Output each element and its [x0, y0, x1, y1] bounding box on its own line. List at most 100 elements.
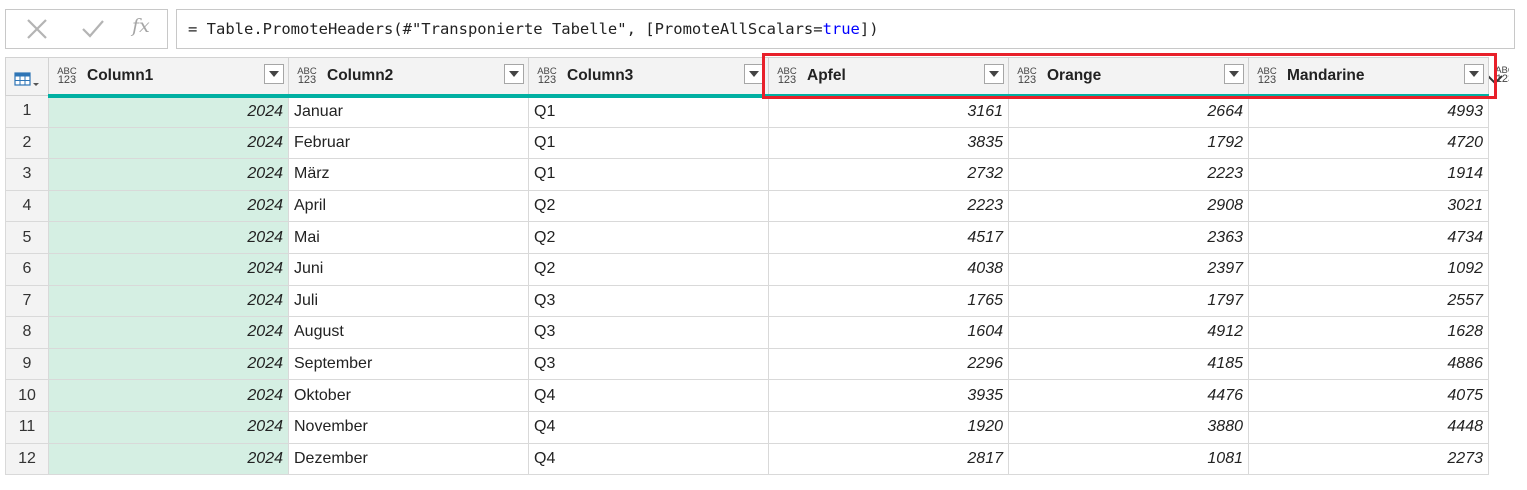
column-header-1[interactable]: ABC 123 Column1 [48, 57, 289, 98]
table-cell-apfel[interactable]: 3835 [768, 126, 1009, 160]
table-cell-column1[interactable]: 2024 [48, 252, 289, 286]
table-cell-mandarine[interactable]: 2273 [1248, 442, 1489, 476]
table-cell-column2[interactable]: Juli [288, 284, 529, 318]
table-cell-orange[interactable]: 1792 [1008, 126, 1249, 160]
type-any-icon[interactable]: ABC 123 [1255, 67, 1279, 86]
table-cell-mandarine[interactable]: 4448 [1248, 410, 1489, 444]
table-cell-apfel[interactable]: 1920 [768, 410, 1009, 444]
table-cell-mandarine[interactable]: 4734 [1248, 221, 1489, 254]
table-cell-column1[interactable]: 2024 [48, 379, 289, 412]
table-cell-orange[interactable]: 2664 [1008, 95, 1249, 128]
table-cell-column1[interactable]: 2024 [48, 126, 289, 160]
type-any-icon[interactable]: ABC 123 [775, 67, 799, 86]
table-cell-orange[interactable]: 1081 [1008, 442, 1249, 476]
table-cell-apfel[interactable]: 2296 [768, 347, 1009, 381]
column-header-4[interactable]: ABC 123 Apfel [768, 57, 1009, 98]
table-menu-button[interactable] [5, 57, 49, 96]
table-cell-column2[interactable]: Juni [288, 252, 529, 286]
table-cell-column3[interactable]: Q2 [528, 252, 769, 286]
table-cell-column1[interactable]: 2024 [48, 221, 289, 254]
table-cell-column2[interactable]: Februar [288, 126, 529, 160]
table-cell-apfel[interactable]: 2223 [768, 189, 1009, 223]
column-header-2[interactable]: ABC 123 Column2 [288, 57, 529, 98]
row-number[interactable]: 4 [5, 189, 49, 223]
table-cell-column1[interactable]: 2024 [48, 95, 289, 128]
table-cell-apfel[interactable]: 1765 [768, 284, 1009, 318]
table-cell-column1[interactable]: 2024 [48, 189, 289, 223]
table-cell-column2[interactable]: Oktober [288, 379, 529, 412]
table-cell-mandarine[interactable]: 2557 [1248, 284, 1489, 318]
table-cell-mandarine[interactable]: 4993 [1248, 95, 1489, 128]
table-cell-mandarine[interactable]: 1914 [1248, 158, 1489, 191]
column-header-3[interactable]: ABC 123 Column3 [528, 57, 769, 98]
table-cell-column2[interactable]: März [288, 158, 529, 191]
table-cell-column3[interactable]: Q1 [528, 158, 769, 191]
table-cell-column2[interactable]: April [288, 189, 529, 223]
table-cell-column3[interactable]: Q3 [528, 284, 769, 318]
row-number[interactable]: 9 [5, 347, 49, 381]
table-cell-mandarine[interactable]: 4886 [1248, 347, 1489, 381]
table-cell-column3[interactable]: Q1 [528, 95, 769, 128]
table-cell-column3[interactable]: Q2 [528, 189, 769, 223]
type-any-icon[interactable]: ABC 123 [535, 67, 559, 86]
table-cell-column2[interactable]: Dezember [288, 442, 529, 476]
table-cell-apfel[interactable]: 1604 [768, 316, 1009, 349]
row-number[interactable]: 12 [5, 442, 49, 476]
filter-dropdown-button[interactable] [1464, 64, 1484, 84]
table-cell-apfel[interactable]: 2817 [768, 442, 1009, 476]
close-icon[interactable] [22, 14, 52, 44]
table-cell-mandarine[interactable]: 1092 [1248, 252, 1489, 286]
table-cell-column1[interactable]: 2024 [48, 410, 289, 444]
table-cell-orange[interactable]: 2908 [1008, 189, 1249, 223]
table-cell-column2[interactable]: August [288, 316, 529, 349]
filter-dropdown-button[interactable] [744, 64, 764, 84]
table-cell-column2[interactable]: September [288, 347, 529, 381]
table-cell-column3[interactable]: Q4 [528, 410, 769, 444]
row-number[interactable]: 7 [5, 284, 49, 318]
checkmark-icon[interactable] [78, 14, 108, 44]
table-cell-column3[interactable]: Q4 [528, 379, 769, 412]
row-number[interactable]: 10 [5, 379, 49, 412]
row-number[interactable]: 8 [5, 316, 49, 349]
table-cell-column1[interactable]: 2024 [48, 347, 289, 381]
table-cell-orange[interactable]: 1797 [1008, 284, 1249, 318]
filter-dropdown-button[interactable] [984, 64, 1004, 84]
formula-input[interactable]: = Table.PromoteHeaders(#"Transponierte T… [176, 9, 1515, 85]
table-cell-column3[interactable]: Q3 [528, 316, 769, 349]
row-number[interactable]: 3 [5, 158, 49, 191]
table-cell-column1[interactable]: 2024 [48, 316, 289, 349]
type-any-icon[interactable]: ABC 123 [295, 67, 319, 86]
row-number[interactable]: 6 [5, 252, 49, 286]
type-any-icon[interactable]: ABC 123 [55, 67, 79, 86]
filter-dropdown-button[interactable] [1224, 64, 1244, 84]
table-cell-mandarine[interactable]: 3021 [1248, 189, 1489, 223]
column-header-6[interactable]: ABC 123 Mandarine [1248, 57, 1489, 98]
table-cell-orange[interactable]: 2363 [1008, 221, 1249, 254]
row-number[interactable]: 2 [5, 126, 49, 160]
type-any-icon[interactable]: ABC 123 [1015, 67, 1039, 86]
table-cell-column3[interactable]: Q1 [528, 126, 769, 160]
column-header-5[interactable]: ABC 123 Orange [1008, 57, 1249, 98]
table-cell-column3[interactable]: Q2 [528, 221, 769, 254]
table-cell-column2[interactable]: Januar [288, 95, 529, 128]
filter-dropdown-button[interactable] [264, 64, 284, 84]
table-cell-orange[interactable]: 4476 [1008, 379, 1249, 412]
table-cell-mandarine[interactable]: 4720 [1248, 126, 1489, 160]
table-cell-orange[interactable]: 4912 [1008, 316, 1249, 349]
table-cell-mandarine[interactable]: 4075 [1248, 379, 1489, 412]
table-cell-orange[interactable]: 2223 [1008, 158, 1249, 191]
table-cell-column1[interactable]: 2024 [48, 284, 289, 318]
fx-icon[interactable]: fx [132, 15, 150, 37]
table-cell-orange[interactable]: 3880 [1008, 410, 1249, 444]
table-cell-apfel[interactable]: 2732 [768, 158, 1009, 191]
table-cell-column1[interactable]: 2024 [48, 158, 289, 191]
table-cell-apfel[interactable]: 4038 [768, 252, 1009, 286]
row-number[interactable]: 11 [5, 410, 49, 444]
filter-dropdown-button[interactable] [504, 64, 524, 84]
table-cell-apfel[interactable]: 4517 [768, 221, 1009, 254]
table-cell-orange[interactable]: 4185 [1008, 347, 1249, 381]
table-cell-column3[interactable]: Q3 [528, 347, 769, 381]
table-cell-apfel[interactable]: 3161 [768, 95, 1009, 128]
table-cell-apfel[interactable]: 3935 [768, 379, 1009, 412]
table-cell-mandarine[interactable]: 1628 [1248, 316, 1489, 349]
